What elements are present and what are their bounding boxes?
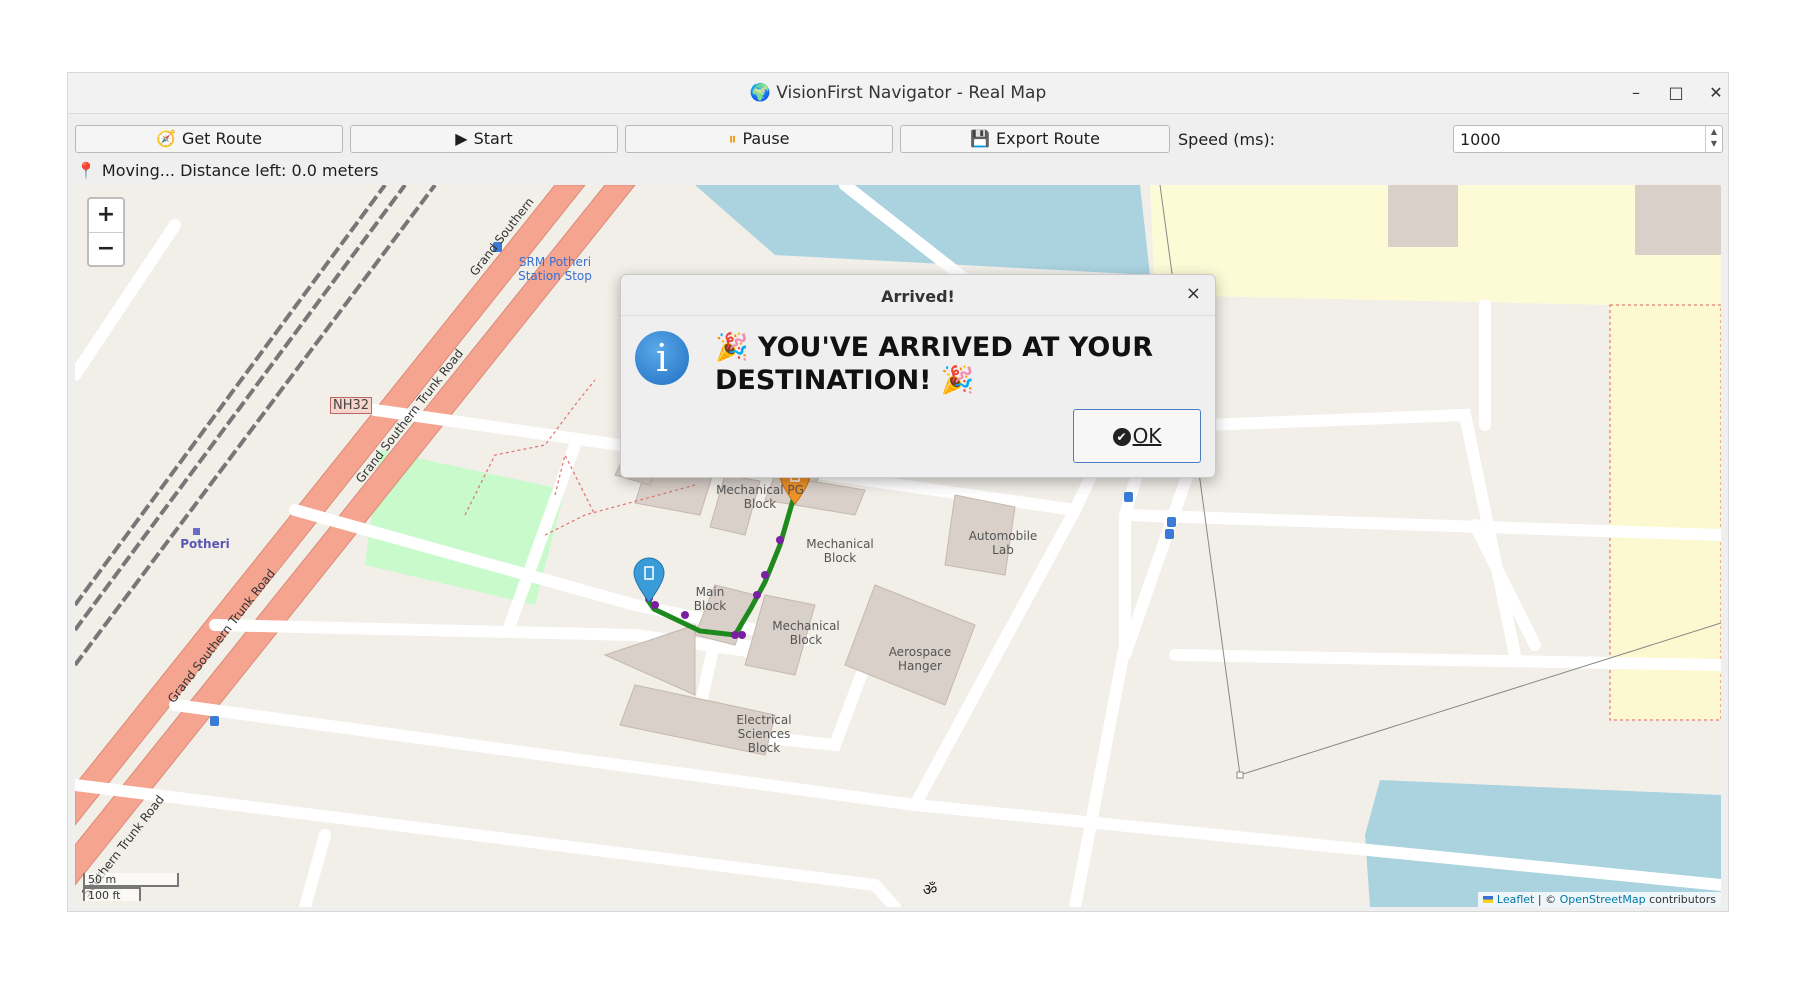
play-icon: ▶ [455, 129, 468, 148]
pin-icon: 📍 [76, 161, 96, 180]
osm-link[interactable]: OpenStreetMap [1560, 893, 1646, 906]
waypoint [761, 571, 769, 579]
waypoint [731, 631, 739, 639]
minimize-icon[interactable]: – [1622, 79, 1650, 107]
ok-button[interactable]: ✔ OK [1073, 409, 1201, 463]
close-icon[interactable]: × [1186, 283, 1201, 304]
pause-label: Pause [742, 129, 790, 148]
window-title: 🌍 VisionFirst Navigator - Real Map [749, 83, 1047, 103]
waypoint [776, 536, 784, 544]
building [1635, 185, 1721, 255]
road [75, 779, 901, 907]
bus-stop-icon [1124, 492, 1133, 502]
app-window: 🌍 VisionFirst Navigator - Real Map – □ ✕… [67, 72, 1729, 912]
save-icon: 💾 [970, 129, 990, 148]
attribution-tail: contributors [1645, 893, 1716, 906]
bus-stop-icon [210, 716, 219, 726]
maximize-icon[interactable]: □ [1662, 79, 1690, 107]
ok-label: OK [1132, 424, 1162, 448]
start-marker[interactable] [632, 557, 666, 603]
info-icon: i [635, 331, 689, 385]
map-attribution: Leaflet | © OpenStreetMap contributors [1478, 892, 1721, 907]
main-block-label: Main Block [693, 585, 727, 613]
bus-stop-icon [1167, 517, 1176, 527]
aerospace-label: Aerospace Hanger [888, 645, 952, 673]
building [1388, 185, 1458, 247]
zoom-in-button[interactable]: + [89, 199, 123, 232]
get-route-button[interactable]: 🧭 Get Route [75, 125, 343, 153]
status-text: Moving... Distance left: 0.0 meters [101, 161, 379, 180]
mech-block-label: Mechanical Block [806, 537, 874, 565]
tower [1236, 771, 1244, 779]
check-icon: ✔ [1112, 428, 1131, 446]
scale-bar: 50 m 100 ft [83, 873, 179, 902]
zoom-control: + − [87, 197, 125, 267]
close-icon[interactable]: ✕ [1702, 79, 1730, 107]
water-body-south [1365, 780, 1721, 907]
title-bar: 🌍 VisionFirst Navigator - Real Map – □ ✕ [68, 73, 1728, 114]
mech-block2-label: Mechanical Block [772, 619, 840, 647]
auto-lab-label: Automobile Lab [968, 529, 1038, 557]
pause-button[interactable]: ⏸ Pause [625, 125, 893, 153]
speed-value[interactable]: 1000 [1460, 130, 1501, 149]
compass-icon: 🧭 [156, 129, 176, 148]
scale-imperial: 100 ft [83, 887, 141, 902]
station-icon [193, 528, 200, 535]
leaflet-link[interactable]: Leaflet [1497, 893, 1534, 906]
get-route-label: Get Route [181, 129, 262, 148]
potheri-label: Potheri [180, 537, 230, 551]
pause-icon: ⏸ [728, 129, 737, 148]
dialog-title: Arrived! [881, 287, 955, 306]
road [299, 829, 331, 907]
attribution-sep: | © [1534, 893, 1560, 906]
mech-pg-label: Mechanical PG Block [716, 483, 804, 511]
arrived-dialog: Arrived! × i 🎉 YOU'VE ARRIVED AT YOUR DE… [620, 274, 1216, 478]
flag-icon [1483, 896, 1494, 903]
speed-spinbox[interactable]: 1000 ▲ ▼ [1453, 125, 1723, 153]
spin-arrows[interactable]: ▲ ▼ [1705, 126, 1722, 152]
bus-stop-icon [1165, 529, 1174, 539]
water-body-north [695, 185, 1150, 275]
start-button[interactable]: ▶ Start [350, 125, 618, 153]
srm-stop-label: SRM Potheri Station Stop [518, 255, 592, 283]
export-route-button[interactable]: 💾 Export Route [900, 125, 1170, 153]
waypoint [753, 591, 761, 599]
zoom-out-button[interactable]: − [89, 232, 123, 266]
scale-metric: 50 m [83, 873, 179, 887]
waypoint [738, 631, 746, 639]
dialog-separator [621, 315, 1215, 316]
speed-label: Speed (ms): [1178, 130, 1276, 149]
waypoint [681, 611, 689, 619]
electrical-label: Electrical Sciences Block [736, 713, 792, 755]
export-route-label: Export Route [996, 129, 1100, 148]
status-line: 📍 Moving... Distance left: 0.0 meters [76, 161, 379, 180]
temple-icon: ॐ [922, 880, 938, 899]
start-label: Start [473, 129, 513, 148]
nh32-badge: NH32 [330, 397, 373, 414]
dialog-message: 🎉 YOU'VE ARRIVED AT YOUR DESTINATION! 🎉 [715, 332, 1154, 396]
